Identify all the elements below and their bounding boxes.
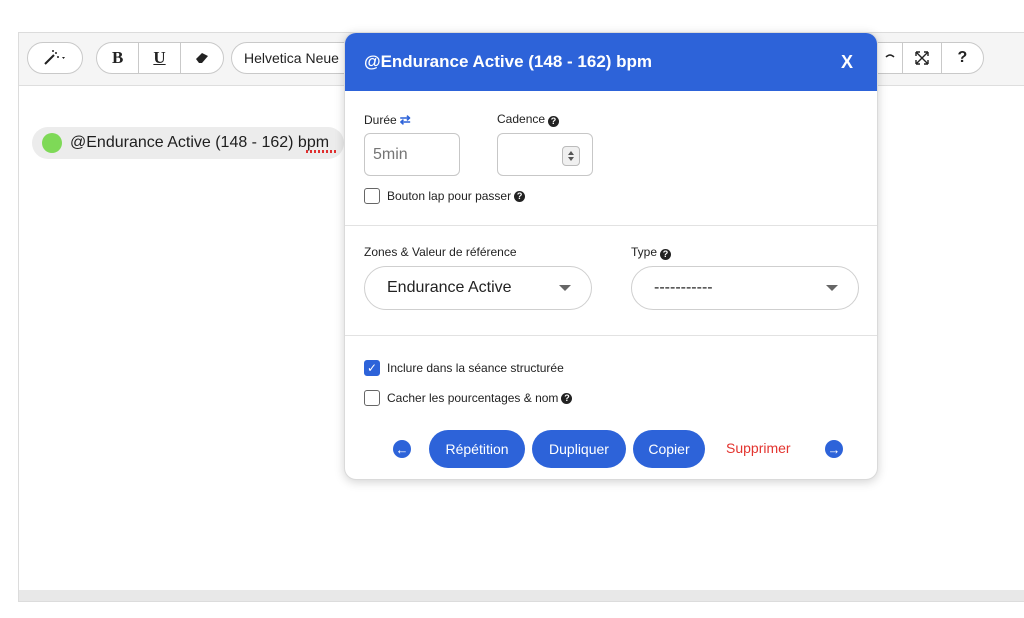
include-checkbox[interactable]: ✓ (364, 360, 380, 376)
duration-input[interactable] (364, 133, 460, 176)
lap-checkbox[interactable] (364, 188, 380, 204)
hide-checkbox-label: Cacher les pourcentages & nom (387, 391, 559, 405)
format-group: B U (96, 42, 224, 74)
duration-label: Durée (364, 113, 397, 127)
zones-select[interactable]: Endurance Active (364, 266, 592, 310)
options-section: ✓ Inclure dans la séance structurée Cach… (345, 336, 877, 479)
repeat-button[interactable]: Répétition (429, 430, 525, 468)
close-button[interactable]: X (841, 52, 853, 73)
eraser-icon (195, 53, 208, 63)
type-help-icon[interactable]: ? (660, 249, 672, 260)
cadence-input[interactable] (497, 133, 593, 176)
expand-icon (914, 51, 929, 65)
zone-color-dot (42, 133, 62, 153)
zones-section: Zones & Valeur de référence Type? Endura… (345, 226, 877, 336)
swap-icon[interactable]: ⇄ (400, 112, 411, 127)
include-checkbox-row[interactable]: ✓ Inclure dans la séance structurée (364, 360, 564, 376)
zone-chip-label: @Endurance Active (148 - 162) bpm (70, 134, 330, 151)
fullscreen-button[interactable] (901, 43, 941, 73)
chevron-down-icon (559, 285, 571, 291)
delete-button[interactable]: Supprimer (726, 440, 791, 456)
lap-help-icon[interactable]: ? (514, 190, 526, 202)
duplicate-button[interactable]: Dupliquer (532, 430, 626, 468)
chevron-down-icon (826, 285, 838, 291)
zones-label: Zones & Valeur de référence (364, 245, 517, 259)
type-label: Type (631, 245, 658, 259)
bold-button[interactable]: B (97, 43, 138, 73)
eraser-button[interactable] (179, 43, 223, 73)
lap-checkbox-label: Bouton lap pour passer (387, 189, 512, 203)
duration-section: Durée⇄ Cadence? Bouton lap pour passer? (345, 91, 877, 226)
include-checkbox-label: Inclure dans la séance structurée (387, 361, 564, 375)
zone-chip[interactable]: @Endurance Active (148 - 162) bpm (32, 127, 344, 159)
cadence-stepper[interactable] (562, 146, 580, 166)
type-label-row: Type? (631, 245, 672, 260)
view-group: ? (877, 42, 984, 74)
hide-checkbox[interactable] (364, 390, 380, 406)
duration-label-row: Durée ⇄ (364, 112, 411, 128)
cadence-help-icon[interactable]: ? (548, 116, 560, 127)
underline-button[interactable]: U (138, 43, 179, 73)
zone-popup: @Endurance Active (148 - 162) bpm X Duré… (344, 32, 878, 480)
spellcheck-underline (306, 150, 336, 153)
copy-button[interactable]: Copier (633, 430, 705, 468)
arrow-left-icon[interactable]: ← (393, 440, 411, 458)
cadence-label: Cadence (497, 112, 546, 126)
magic-group (27, 42, 83, 74)
cadence-label-row: Cadence? (497, 112, 560, 127)
lap-checkbox-row[interactable]: Bouton lap pour passer? (364, 188, 526, 204)
popup-title: @Endurance Active (148 - 162) bpm (364, 52, 653, 71)
magic-wand-button[interactable] (28, 43, 82, 73)
arc-icon[interactable] (878, 43, 902, 73)
type-select-value: ----------- (654, 279, 713, 296)
help-button[interactable]: ? (940, 43, 983, 73)
magic-wand-icon (44, 50, 65, 65)
arrow-right-icon[interactable]: → (825, 440, 843, 458)
hide-checkbox-row[interactable]: Cacher les pourcentages & nom? (364, 390, 573, 406)
hide-help-icon[interactable]: ? (561, 392, 573, 404)
popup-header: @Endurance Active (148 - 162) bpm X (345, 33, 877, 91)
editor-status-bar (19, 590, 1024, 601)
type-select[interactable]: ----------- (631, 266, 859, 310)
zones-select-value: Endurance Active (387, 279, 512, 296)
